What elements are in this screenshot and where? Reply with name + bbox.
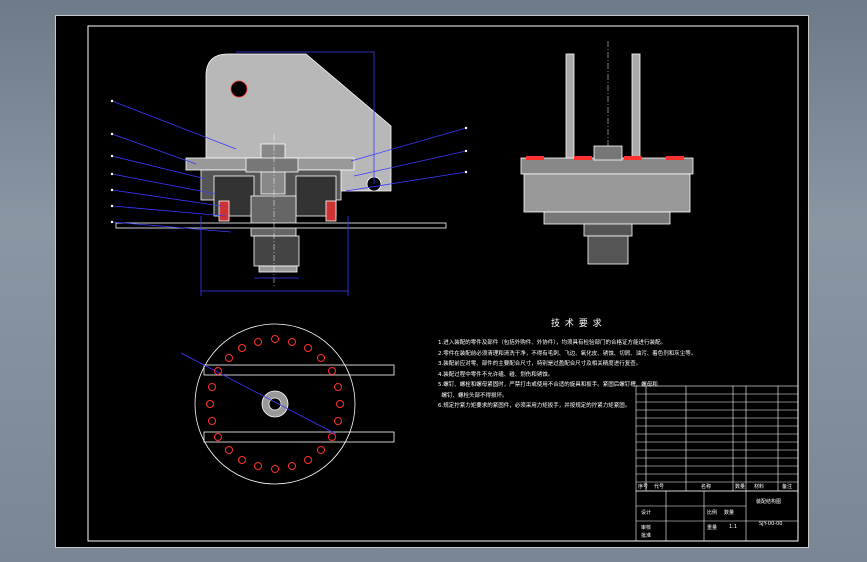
tech-line: 3.装配前应对零、部件的主要配合尺寸，特别是过盈配合尺寸及相关精度进行复查。 (438, 361, 642, 367)
label-approve: 批准 (641, 533, 652, 539)
front-section-view (115, 51, 447, 296)
tech-line: 1.进入装配的零件及部件（包括外购件、外协件），均须具有检验部门的合格证方能进行… (438, 340, 667, 346)
bom-header-index: 序号 (638, 484, 649, 490)
drawing-sheet: 技 术 要 求 1.进入装配的零件及部件（包括外购件、外协件），均须具有检验部门… (55, 15, 809, 548)
tech-line: 4.装配过程中零件不允许磕、碰、划伤和锈蚀。 (438, 371, 554, 378)
tech-line: 2.零件在装配前必须清理和清洗干净，不得有毛刺、飞边、氧化皮、锈蚀、切屑、油污、… (438, 350, 697, 357)
technical-requirements-title: 技 术 要 求 (551, 319, 603, 329)
label-scale: 比例 (707, 510, 718, 516)
label-qty: 数量 (724, 510, 735, 516)
bom-header-remark: 备注 (782, 484, 793, 490)
label-weight: 重量 (707, 525, 718, 531)
cad-drawing (87, 25, 799, 542)
label-designer: 设计 (641, 510, 652, 516)
sheet-ratio: 1:1 (729, 524, 738, 530)
tech-line: 6.规定拧紧力矩要求的紧固件，必须采用力矩扳手，并按规定的拧紧力矩紧固。 (438, 403, 631, 409)
bom-header-name: 名称 (701, 484, 712, 490)
technical-requirements-list: 1.进入装配的零件及部件（包括外购件、外协件），均须具有检验部门的合格证方能进行… (438, 338, 696, 412)
drawing-code: SJY-00-00 (759, 521, 783, 527)
drawing-title: 装配结构图 (756, 499, 782, 505)
label-check: 审核 (641, 525, 652, 531)
top-view (180, 323, 395, 485)
tech-line: 螺钉、螺栓头部不得损坏。 (438, 392, 508, 399)
bom-header-qty: 数量 (735, 484, 746, 490)
bom-header-code: 代号 (654, 484, 665, 490)
bom-header-material: 材料 (754, 484, 765, 490)
inner-frame (87, 25, 799, 542)
tech-line: 5.螺钉、螺栓和螺母紧固时，严禁打击或使用不合适的旋具和扳手。紧固后螺钉槽、螺母… (438, 382, 658, 388)
side-view (520, 41, 694, 265)
